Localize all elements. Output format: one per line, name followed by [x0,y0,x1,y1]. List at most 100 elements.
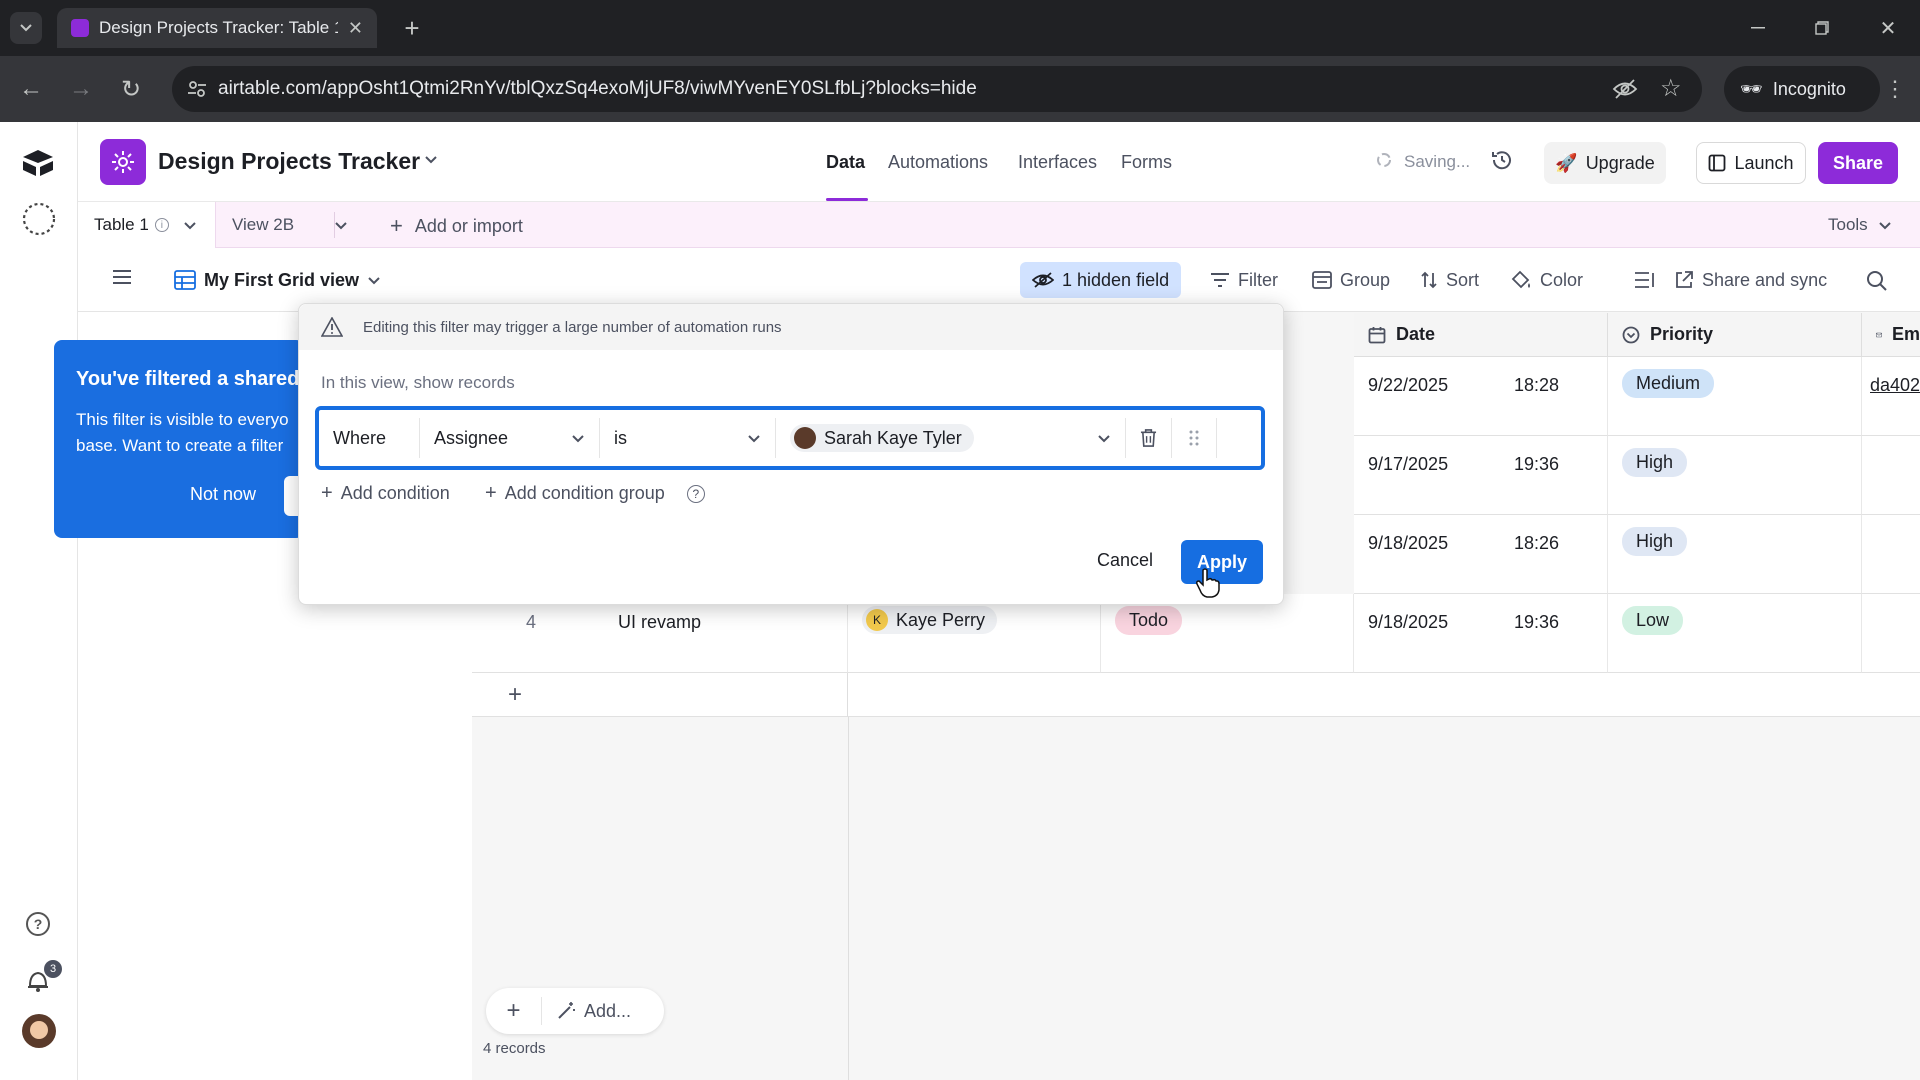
column-header-date[interactable]: Date [1354,313,1608,357]
record-count: 4 records [483,1040,546,1057]
upgrade-button[interactable]: 🚀 Upgrade [1544,142,1666,184]
cell-email-row1[interactable]: da402 [1862,357,1920,436]
cell-priority-row4[interactable]: Low [1608,594,1862,673]
user-avatar[interactable] [22,1014,56,1048]
add-condition-group-button[interactable]: + Add condition group ? [485,482,705,505]
help-icon[interactable]: ? [26,912,50,936]
eye-off-icon[interactable] [1612,78,1638,100]
more-tables-chevron-down-icon[interactable] [334,218,348,232]
warning-triangle-icon [321,317,343,337]
omni-spinner-icon[interactable] [20,200,58,238]
cell-assignee-row4[interactable]: K Kaye Perry [848,594,1101,673]
minimize-icon[interactable] [1742,12,1774,44]
table-tab-bar: Table 1 i View 2B + Add or import Tools [78,202,1920,248]
add-or-import-button[interactable]: + Add or import [390,213,523,239]
browser-menu-icon[interactable]: ⋮ [1880,72,1910,106]
hidden-fields-button[interactable]: 1 hidden field [1020,262,1182,298]
add-with-ai-button[interactable]: Add... [542,1001,631,1022]
banner-body-line1: This filter is visible to everyo [76,410,289,429]
restore-icon[interactable] [1806,12,1838,44]
base-icon[interactable] [100,139,146,185]
cell-status-row4[interactable]: Todo [1101,594,1354,673]
site-info-icon[interactable] [186,78,208,100]
sort-button[interactable]: Sort [1412,262,1487,298]
saving-status: Saving... [1404,152,1471,171]
row-height-icon[interactable] [1626,262,1664,298]
field-select[interactable]: Assignee [419,418,599,458]
airtable-logo-icon[interactable] [20,148,56,178]
cell-date-row2[interactable]: 9/17/2025 19:36 [1354,436,1608,515]
cell-priority-row2[interactable]: High [1608,436,1862,515]
search-icon[interactable] [1866,270,1888,292]
warning-text: Editing this filter may trigger a large … [363,318,782,336]
table-row-4-primary[interactable]: 4 UI revamp [472,594,848,673]
table-tab-view-2b[interactable]: View 2B [232,215,294,235]
view-switcher[interactable]: My First Grid view [166,262,389,298]
cell-date-row4[interactable]: 9/18/2025 19:36 [1354,594,1608,673]
color-button[interactable]: Color [1502,262,1591,298]
tab-forms[interactable]: Forms [1121,152,1172,173]
base-title-chevron-down-icon[interactable] [424,152,438,166]
back-icon[interactable]: ← [14,72,48,106]
apply-button[interactable]: Apply [1181,540,1263,584]
share-button[interactable]: Share [1818,142,1898,184]
not-now-button[interactable]: Not now [190,484,256,505]
operator-select-value: is [614,427,627,448]
value-select[interactable]: Sarah Kaye Tyler [775,418,1125,458]
group-label: Group [1340,269,1391,290]
time-value: 18:26 [1514,533,1560,553]
drag-handle-icon[interactable] [1171,418,1217,458]
forward-icon[interactable]: → [64,72,98,106]
base-title[interactable]: Design Projects Tracker [158,148,420,175]
tab-close-icon[interactable]: ✕ [348,18,363,39]
cell-priority-row1[interactable]: Medium [1608,357,1862,436]
tab-interfaces[interactable]: Interfaces [1018,152,1097,173]
status-pill: Todo [1115,606,1183,635]
filter-icon [1211,273,1229,287]
group-button[interactable]: Group [1304,262,1398,298]
cell-email-row4[interactable] [1862,594,1920,673]
add-condition-button[interactable]: + Add condition [321,482,450,505]
cell-priority-row3[interactable]: High [1608,515,1862,594]
tab-search-icon[interactable] [10,12,42,44]
tab-automations[interactable]: Automations [888,152,988,173]
tools-menu[interactable]: Tools [1828,215,1892,235]
help-circle-icon[interactable]: ? [686,484,705,503]
column-label-priority: Priority [1650,324,1714,344]
browser-tab[interactable]: Design Projects Tracker: Table 1 ✕ [57,8,377,48]
table-tab-chevron-down-icon[interactable] [183,218,197,232]
add-row-bar[interactable]: + [472,673,848,717]
cell-email-row3[interactable] [1862,515,1920,594]
add-row-bar-right[interactable] [848,673,1920,717]
delete-condition-button[interactable] [1125,418,1171,458]
reload-icon[interactable]: ↻ [114,72,148,106]
add-record-plus-icon[interactable]: + [486,997,542,1025]
cell-email-row2[interactable] [1862,436,1920,515]
time-value: 19:36 [1514,612,1560,632]
color-label: Color [1540,269,1584,290]
cell-date-row3[interactable]: 9/18/2025 18:26 [1354,515,1608,594]
new-tab-icon[interactable]: + [396,12,428,44]
tab-data[interactable]: Data [826,152,865,173]
cell-date-row1[interactable]: 9/22/2025 18:28 [1354,357,1608,436]
history-icon[interactable] [1490,148,1514,172]
sidebar-toggle-icon[interactable] [112,268,132,286]
window-close-icon[interactable]: ✕ [1872,12,1904,44]
column-header-priority[interactable]: Priority [1608,313,1862,357]
column-header-email[interactable]: Em [1862,313,1920,357]
share-and-sync-button[interactable]: Share and sync [1666,262,1835,298]
table-tab-table-1[interactable]: Table 1 i [78,202,216,248]
launch-button[interactable]: Launch [1696,142,1806,184]
url-bar[interactable]: airtable.com/appOsht1Qtmi2RnYv/tblQxzSq4… [172,66,1702,112]
email-link[interactable]: da402 [1870,375,1920,396]
group-icon [1312,271,1332,289]
info-icon[interactable]: i [154,218,169,232]
automation-warning: Editing this filter may trigger a large … [299,304,1283,350]
add-or-import-label: Add or import [414,215,523,236]
cancel-button[interactable]: Cancel [1097,550,1153,571]
column-label-date: Date [1396,324,1436,344]
filter-button[interactable]: Filter [1202,262,1286,298]
incognito-badge[interactable]: 🕶 Incognito [1724,66,1880,112]
operator-select[interactable]: is [599,418,775,458]
bookmark-star-icon[interactable]: ☆ [1660,74,1682,103]
